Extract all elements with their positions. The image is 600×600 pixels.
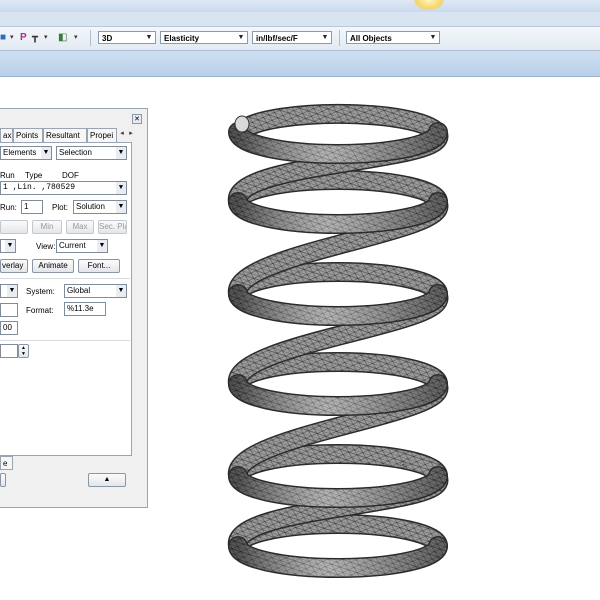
load-case-value: 1 ,Lin. ,780529 (3, 183, 76, 192)
system-label: System: (26, 287, 55, 296)
view-select-value: Current (59, 241, 86, 250)
chevron-down-icon: ▼ (116, 201, 126, 213)
material-property-select[interactable]: Elasticity ▼ (160, 31, 248, 44)
material-property-value: Elasticity (164, 34, 200, 43)
display-select[interactable]: ▼ (0, 239, 16, 253)
component-icon[interactable]: ◧ (58, 32, 67, 44)
coil-shading (229, 123, 447, 163)
coil-shading (229, 193, 447, 233)
chevron-down-icon: ▼ (429, 34, 437, 41)
units-select[interactable]: in/lbf/sec/F ▼ (252, 31, 332, 44)
partial-bottom-button[interactable] (0, 473, 6, 487)
cursor-highlight (414, 0, 444, 10)
toolbar-band (0, 51, 600, 77)
coil-end-cap (234, 115, 250, 133)
chevron-down-icon: ▼ (116, 285, 126, 297)
chevron-down-icon: ▼ (116, 182, 126, 194)
object-filter-value: All Objects (350, 34, 392, 43)
component-select[interactable]: ▼ (0, 284, 18, 298)
spinner-field[interactable] (0, 344, 18, 358)
dropdown-arrow-icon[interactable]: ▾ (10, 32, 14, 44)
chevron-down-icon: ▼ (41, 147, 51, 159)
layer-icon[interactable]: ■ (0, 32, 6, 44)
view-label: View: (36, 242, 56, 251)
pen-icon[interactable]: P (20, 32, 27, 44)
value-field[interactable]: 00 (0, 321, 18, 335)
dof-column-header: DOF (62, 171, 79, 180)
toolbar-separator (90, 30, 91, 46)
load-case-select[interactable]: 1 ,Lin. ,780529 ▼ (0, 181, 127, 195)
spinner-arrows-icon[interactable]: ▲ ▼ (18, 344, 29, 358)
run-field[interactable]: 1 (21, 200, 43, 214)
tab-max[interactable]: ax (0, 128, 13, 142)
min-button[interactable]: Min (32, 220, 62, 234)
entity-select[interactable]: Elements ▼ (0, 146, 52, 160)
spring-model-viewport[interactable]: ☉ (200, 80, 600, 600)
tab-resultant[interactable]: Resultant (43, 128, 87, 142)
selection-select-value: Selection (59, 148, 92, 157)
coil-shading (229, 285, 447, 325)
coil-shading (229, 537, 447, 577)
animate-button[interactable]: Animate (32, 259, 74, 273)
chevron-down-icon: ▼ (321, 34, 329, 41)
chevron-down-icon: ▼ (145, 34, 153, 41)
dropdown-arrow-icon-2[interactable]: ▾ (44, 32, 48, 44)
node-marker: ☉ (399, 460, 407, 470)
plot-select-value: Solution (76, 202, 105, 211)
divider (0, 278, 130, 279)
tab-scroll-right-icon[interactable]: ▸ (127, 128, 135, 140)
close-icon[interactable]: ✕ (132, 114, 142, 124)
tab-properties[interactable]: Propei (87, 128, 117, 142)
chevron-down-icon: ▼ (237, 34, 245, 41)
spring-coils (228, 103, 449, 578)
tab-scroll-left-icon[interactable]: ◂ (118, 128, 126, 140)
selection-select[interactable]: Selection ▼ (56, 146, 127, 160)
run-label: Run: (0, 203, 17, 212)
title-bar (0, 0, 600, 12)
system-select-value: Global (67, 286, 91, 295)
system-select[interactable]: Global ▼ (64, 284, 127, 298)
object-filter-select[interactable]: All Objects ▼ (346, 31, 440, 44)
plot-select[interactable]: Solution ▼ (73, 200, 127, 214)
chevron-down-icon: ▼ (116, 147, 126, 159)
limit-field[interactable] (0, 303, 18, 317)
max-button[interactable]: Max (66, 220, 94, 234)
run-column-header: Run (0, 171, 15, 180)
tab-points[interactable]: Points (13, 128, 43, 142)
chevron-down-icon: ▼ (7, 285, 17, 297)
dropdown-arrow-icon-3[interactable]: ▾ (74, 32, 78, 44)
view-select[interactable]: Current ▼ (56, 239, 108, 253)
font-button[interactable]: Font... (78, 259, 120, 273)
chevron-down-icon: ▼ (5, 240, 15, 252)
format-label: Format: (26, 306, 54, 315)
units-value: in/lbf/sec/F (256, 34, 298, 43)
chevron-down-icon: ▼ (97, 240, 107, 252)
ribbon-strip (0, 12, 600, 27)
tree-icon[interactable]: ┳ (32, 32, 38, 44)
partial-button-disabled[interactable] (0, 220, 28, 234)
plot-label: Plot: (52, 203, 69, 212)
type-column-header: Type (25, 171, 43, 180)
bottom-tab[interactable]: e (0, 456, 13, 470)
view-mode-value: 3D (102, 34, 113, 43)
coil-shading (229, 375, 447, 415)
collapse-up-button[interactable]: ▲ (88, 473, 126, 487)
toolbar-separator-2 (339, 30, 340, 46)
format-field[interactable]: %11.3e (64, 302, 106, 316)
view-mode-select[interactable]: 3D ▼ (98, 31, 156, 44)
coil-back (233, 105, 447, 143)
entity-select-value: Elements (3, 148, 37, 157)
divider-2 (0, 340, 130, 341)
sec-plane-button[interactable]: Sec. Plane (98, 220, 127, 234)
coil-shading (229, 467, 447, 507)
overlay-button[interactable]: verlay (0, 259, 28, 273)
